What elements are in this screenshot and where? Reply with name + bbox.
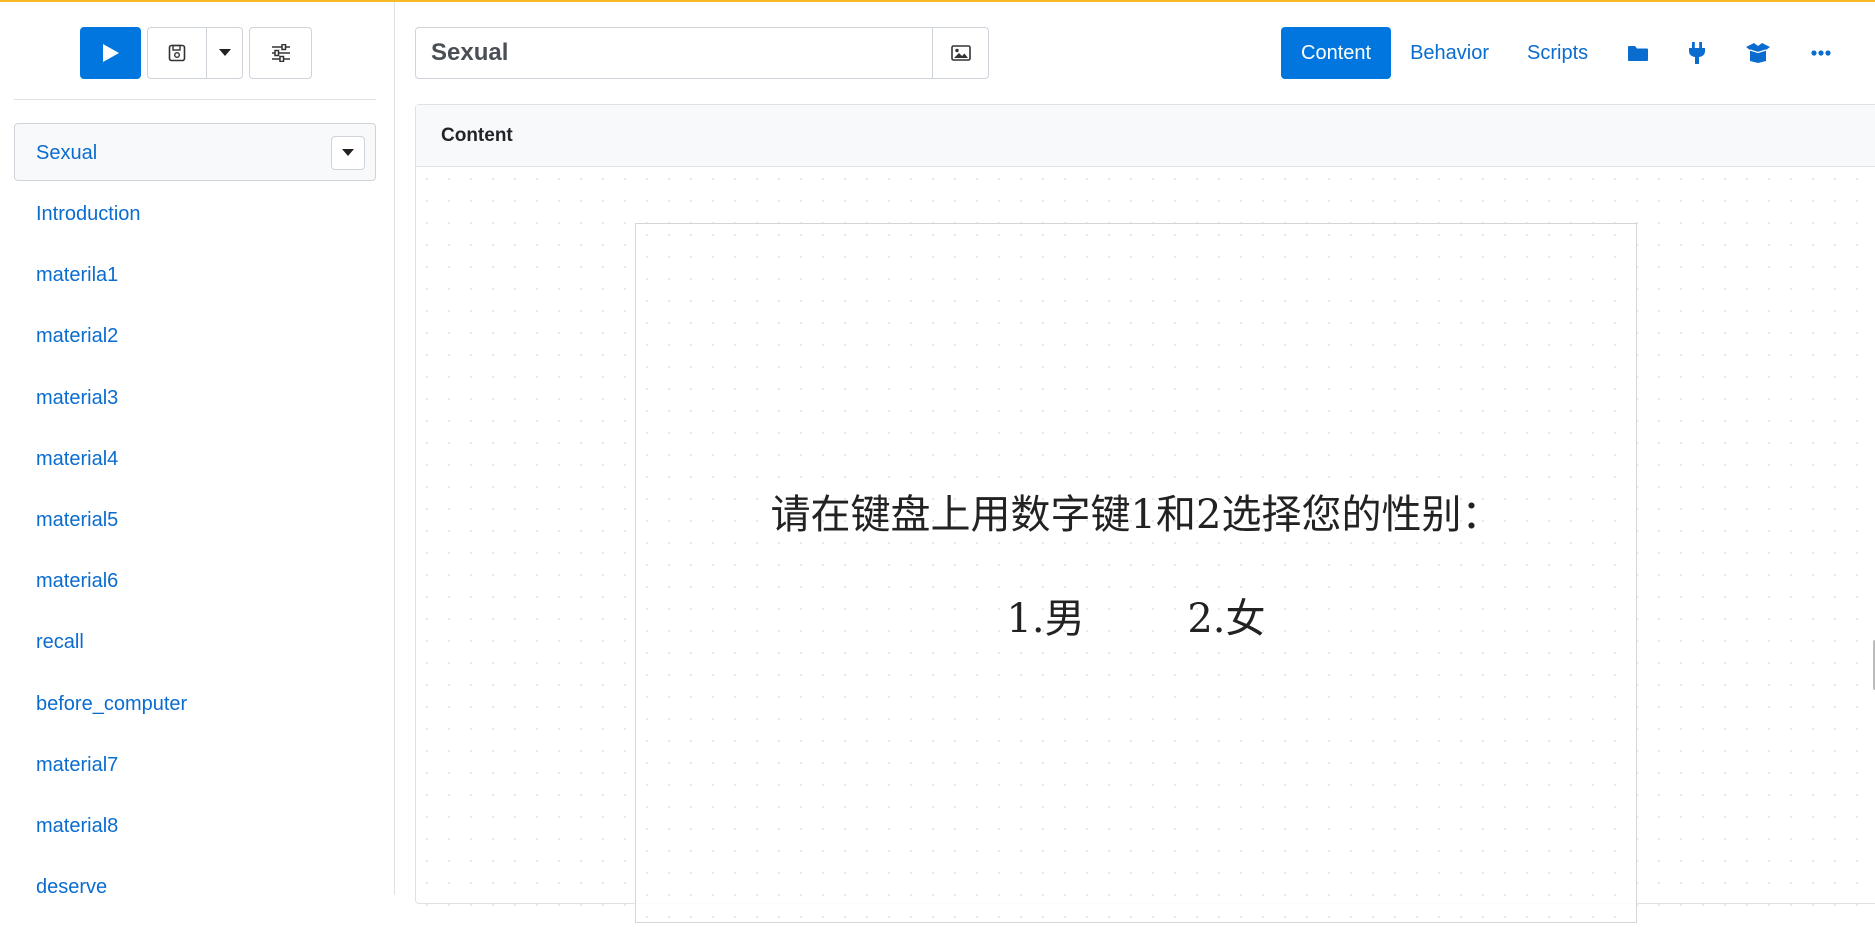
editor-tabs: Content Behavior Scripts — [1281, 27, 1851, 79]
sidebar-item-materila1[interactable]: materila1 — [36, 260, 187, 321]
sidebar-item-material4[interactable]: material4 — [36, 444, 187, 505]
option-male: 1.男 — [1006, 596, 1085, 642]
package-button[interactable] — [1725, 27, 1791, 79]
save-icon — [168, 44, 186, 62]
sidebar-item-material3[interactable]: material3 — [36, 383, 187, 444]
image-button[interactable] — [932, 28, 988, 78]
tab-content[interactable]: Content — [1281, 27, 1392, 79]
content-panel: Content 请在键盘上用数字键1和2选择您的性别： 1.男 2.女 — [415, 104, 1875, 923]
caret-down-icon — [342, 149, 354, 156]
sidebar-toolbar — [80, 27, 312, 81]
sidebar-item-material7[interactable]: material7 — [36, 750, 187, 811]
sidebar: Sexual Introduction materila1 material2 … — [0, 2, 395, 898]
sidebar-item-recall[interactable]: recall — [36, 627, 187, 688]
caret-down-icon — [218, 49, 231, 56]
more-options-button[interactable] — [1791, 27, 1851, 79]
ellipsis-icon — [1811, 50, 1831, 56]
component-title-input[interactable] — [416, 28, 933, 78]
play-icon — [102, 44, 119, 62]
option-female: 2.女 — [1187, 596, 1266, 642]
save-button-group — [147, 27, 243, 81]
run-button[interactable] — [80, 27, 141, 79]
component-select-value: Sexual — [36, 142, 98, 164]
sidebar-item-material5[interactable]: material5 — [36, 505, 187, 566]
sidebar-item-material6[interactable]: material6 — [36, 566, 187, 627]
screen-options: 1.男 2.女 — [636, 586, 1636, 644]
files-button[interactable] — [1607, 27, 1669, 79]
component-select[interactable]: Sexual — [14, 123, 376, 181]
sliders-icon — [271, 44, 290, 62]
tab-behavior[interactable]: Behavior — [1391, 27, 1508, 79]
panel-title: Content — [416, 105, 1875, 167]
sidebar-item-before-computer[interactable]: before_computer — [36, 689, 187, 750]
box-open-icon — [1746, 43, 1771, 63]
stimulus-screen[interactable]: 请在键盘上用数字键1和2选择您的性别： 1.男 2.女 — [635, 223, 1637, 923]
sidebar-item-material2[interactable]: material2 — [36, 321, 187, 382]
sidebar-item-material8[interactable]: material8 — [36, 811, 187, 872]
screen-prompt-text: 请在键盘上用数字键1和2选择您的性别： — [770, 492, 1502, 538]
plugins-button[interactable] — [1669, 27, 1725, 79]
component-select-dropdown-button[interactable] — [331, 136, 365, 170]
save-options-dropdown[interactable] — [207, 27, 243, 79]
sidebar-divider — [14, 99, 376, 100]
save-button[interactable] — [147, 27, 207, 79]
component-list: Introduction materila1 material2 materia… — [36, 199, 187, 933]
image-icon — [950, 45, 971, 61]
folder-icon — [1628, 45, 1649, 61]
tab-scripts[interactable]: Scripts — [1508, 27, 1607, 79]
plug-icon — [1689, 42, 1706, 64]
settings-button[interactable] — [249, 27, 312, 79]
sidebar-item-deserve[interactable]: deserve — [36, 872, 187, 933]
canvas-area: 请在键盘上用数字键1和2选择您的性别： 1.男 2.女 — [416, 168, 1875, 923]
component-title-field — [415, 27, 989, 79]
sidebar-item-introduction[interactable]: Introduction — [36, 199, 187, 260]
